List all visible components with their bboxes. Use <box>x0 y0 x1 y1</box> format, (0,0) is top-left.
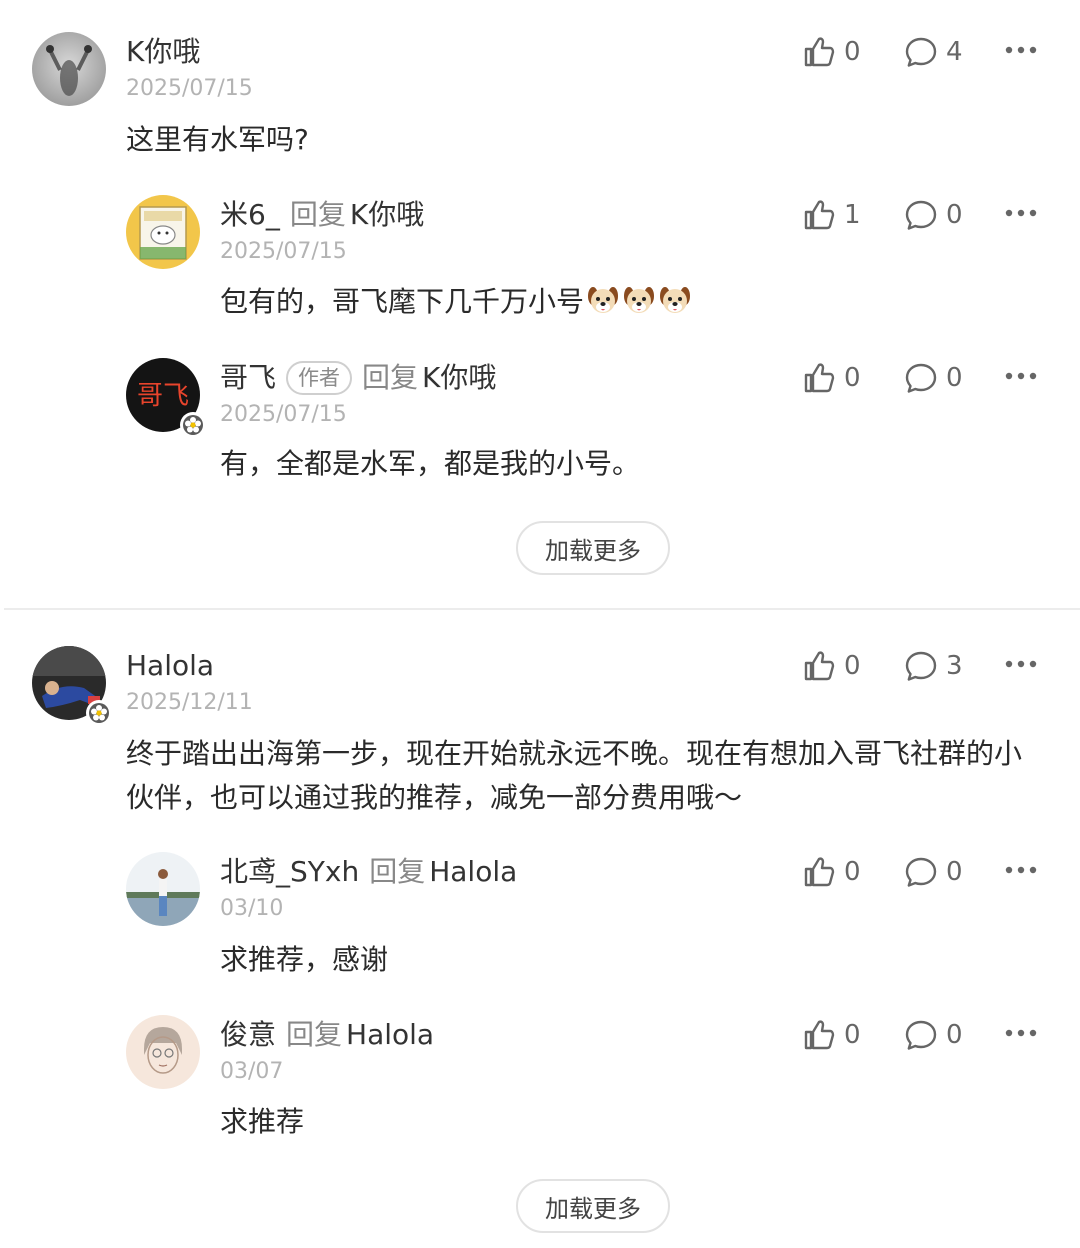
comment-date: 2025/12/11 <box>126 690 253 715</box>
more-button[interactable] <box>1003 356 1039 396</box>
username[interactable]: Halola <box>126 646 214 686</box>
more-dots-icon <box>1004 45 1038 55</box>
avatar[interactable] <box>126 1015 200 1089</box>
comment-button[interactable]: 0 <box>904 852 963 892</box>
reply-count: 3 <box>946 651 963 681</box>
flower-badge-icon <box>86 700 112 726</box>
like-count: 0 <box>844 651 861 681</box>
dog-face-icon <box>658 283 692 317</box>
reply-target-username[interactable]: K你哦 <box>350 195 424 235</box>
thumbs-up-icon <box>802 35 836 69</box>
load-more-button[interactable]: 加载更多 <box>516 521 670 575</box>
comment-bubble-icon <box>904 198 938 232</box>
like-count: 0 <box>844 37 861 67</box>
thumbs-up-icon <box>802 198 836 232</box>
comment-content: 终于踏出出海第一步，现在开始就永远不晚。现在有想加入哥飞社群的小伙伴，也可以通过… <box>126 737 1023 814</box>
avatar[interactable] <box>126 852 200 926</box>
more-button[interactable] <box>1003 30 1039 70</box>
author-tag: 作者 <box>286 361 353 395</box>
username[interactable]: 哥飞 <box>220 358 276 398</box>
username[interactable]: 俊意 <box>220 1015 276 1055</box>
like-button[interactable]: 0 <box>802 1015 861 1055</box>
username[interactable]: K你哦 <box>126 32 200 72</box>
dog-face-icon <box>586 283 620 317</box>
reply-label: 回复 <box>289 198 346 231</box>
comment-date: 2025/07/15 <box>220 402 347 427</box>
comment-button[interactable]: 3 <box>904 646 963 686</box>
like-button[interactable]: 0 <box>802 32 861 72</box>
thread-divider <box>4 608 1080 610</box>
reply-header: 哥飞 作者 回复 K你哦 <box>220 358 496 398</box>
comment-bubble-icon <box>904 35 938 69</box>
comment-button[interactable]: 4 <box>904 32 963 72</box>
like-button[interactable]: 0 <box>802 852 861 892</box>
load-more-button[interactable]: 加载更多 <box>516 1179 670 1233</box>
more-dots-icon <box>1004 1028 1038 1038</box>
like-button[interactable]: 1 <box>802 195 861 235</box>
reply-target-username[interactable]: K你哦 <box>422 358 496 398</box>
avatar[interactable] <box>126 195 200 269</box>
username[interactable]: 米6_ <box>220 195 280 235</box>
comment-content: 求推荐，感谢 <box>220 943 389 976</box>
comment-text: 包有的，哥飞麾下几千万小号 <box>220 285 585 318</box>
thumbs-up-icon <box>802 361 836 395</box>
comment-date: 2025/07/15 <box>220 239 347 264</box>
comment-list: K你哦 2025/07/15 这里有水军吗? 0 4 米6_ 回复 K你哦 20… <box>0 0 1080 1248</box>
thumbs-up-icon <box>802 855 836 889</box>
avatar[interactable] <box>32 32 106 106</box>
comment-button[interactable]: 0 <box>904 1015 963 1055</box>
reply-label: 回复 <box>286 1018 343 1051</box>
more-dots-icon <box>1004 865 1038 875</box>
like-count: 0 <box>844 1020 861 1050</box>
comment-bubble-icon <box>904 649 938 683</box>
comment-date: 2025/07/15 <box>126 76 253 101</box>
avatar-text: 哥飞 <box>137 381 189 411</box>
comment-content: 有，全都是水军，都是我的小号。 <box>220 447 641 480</box>
like-count: 0 <box>844 363 861 393</box>
comment-bubble-icon <box>904 361 938 395</box>
reply-count: 0 <box>946 857 963 887</box>
reply-header: 俊意 回复 Halola <box>220 1015 434 1055</box>
reply-count: 4 <box>946 37 963 67</box>
comment-date: 03/10 <box>220 896 284 921</box>
comment-date: 03/07 <box>220 1059 284 1084</box>
like-button[interactable]: 0 <box>802 358 861 398</box>
comment-bubble-icon <box>904 855 938 889</box>
comment-content: 包有的，哥飞麾下几千万小号 <box>220 280 1040 324</box>
like-button[interactable]: 0 <box>802 646 861 686</box>
dog-face-icon <box>622 283 656 317</box>
reply-label: 回复 <box>362 361 419 394</box>
thumbs-up-icon <box>802 649 836 683</box>
more-dots-icon <box>1004 659 1038 669</box>
comment-header: Halola <box>126 646 214 686</box>
more-button[interactable] <box>1003 1013 1039 1053</box>
reply-target-username[interactable]: Halola <box>346 1015 434 1055</box>
flower-badge-icon <box>180 412 206 438</box>
reply-header: 米6_ 回复 K你哦 <box>220 195 424 235</box>
comment-button[interactable]: 0 <box>904 358 963 398</box>
reply-label: 回复 <box>369 855 426 888</box>
comment-header: K你哦 <box>126 32 200 72</box>
reply-count: 0 <box>946 363 963 393</box>
comment-bubble-icon <box>904 1018 938 1052</box>
more-button[interactable] <box>1003 644 1039 684</box>
like-count: 0 <box>844 857 861 887</box>
comment-button[interactable]: 0 <box>904 195 963 235</box>
reply-count: 0 <box>946 1020 963 1050</box>
reply-target-username[interactable]: Halola <box>429 852 517 892</box>
more-dots-icon <box>1004 371 1038 381</box>
like-count: 1 <box>844 200 861 230</box>
comment-content: 求推荐 <box>220 1105 305 1138</box>
more-dots-icon <box>1004 208 1038 218</box>
reply-header: 北鸢_SYxh 回复 Halola <box>220 852 517 892</box>
more-button[interactable] <box>1003 850 1039 890</box>
more-button[interactable] <box>1003 193 1039 233</box>
reply-count: 0 <box>946 200 963 230</box>
username[interactable]: 北鸢_SYxh <box>220 852 359 892</box>
thumbs-up-icon <box>802 1018 836 1052</box>
comment-content: 这里有水军吗? <box>126 123 309 156</box>
